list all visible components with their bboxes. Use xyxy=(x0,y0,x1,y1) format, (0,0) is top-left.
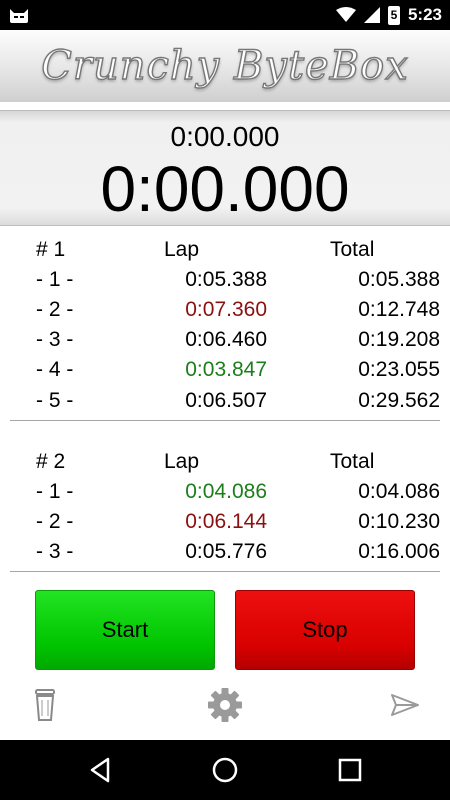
battery-icon: 5 xyxy=(387,5,400,25)
table-row: - 1 - 0:05.388 0:05.388 xyxy=(0,265,450,295)
start-button[interactable]: Start xyxy=(35,590,215,670)
lap-time: 0:07.360 xyxy=(185,298,267,321)
lap-column-header: Lap xyxy=(164,450,200,473)
table-row: - 3 - 0:06.460 0:19.208 xyxy=(0,325,450,355)
session-label: # 2 xyxy=(36,450,66,473)
lap-number: - 5 - xyxy=(36,389,74,412)
lap-time: 0:06.507 xyxy=(185,389,267,412)
total-time: 0:19.208 xyxy=(358,328,440,351)
total-column-header: Total xyxy=(330,238,375,261)
lap-time: 0:05.776 xyxy=(185,540,267,563)
total-time: 0:16.006 xyxy=(358,540,440,563)
lap-time: 0:04.086 xyxy=(185,480,267,503)
stop-button[interactable]: Stop xyxy=(235,590,415,670)
session-label: # 1 xyxy=(36,238,66,261)
cell-signal-icon xyxy=(363,7,380,23)
wifi-icon xyxy=(335,7,356,22)
home-icon[interactable] xyxy=(210,755,240,785)
status-time: 5:23 xyxy=(407,5,442,24)
total-time: 0:05.388 xyxy=(358,268,440,291)
total-time: 0:23.055 xyxy=(358,358,440,381)
total-time: 0:12.748 xyxy=(358,298,440,321)
lap-column-header: Lap xyxy=(164,238,200,261)
current-lap-time: 0:00.000 xyxy=(170,121,280,152)
lap-time: 0:06.460 xyxy=(185,328,267,351)
divider xyxy=(10,571,440,572)
lap-number: - 1 - xyxy=(36,480,74,503)
app-logo: Crunchy ByteBox xyxy=(41,42,409,89)
lap-number: - 2 - xyxy=(36,510,74,533)
table-row: - 2 - 0:07.360 0:12.748 xyxy=(0,295,450,325)
app-header: Crunchy ByteBox xyxy=(0,30,450,102)
table-row: - 3 - 0:05.776 0:16.006 xyxy=(0,537,450,567)
table-header: # 2 Lap Total xyxy=(0,447,450,477)
table-row: - 5 - 0:06.507 0:29.562 xyxy=(0,386,450,416)
timer-display: 0:00.000 0:00.000 xyxy=(0,110,450,226)
lap-number: - 3 - xyxy=(36,328,74,351)
table-row: - 2 - 0:06.144 0:10.230 xyxy=(0,507,450,537)
total-column-header: Total xyxy=(330,450,375,473)
settings-gear-icon[interactable] xyxy=(207,686,243,724)
lap-time: 0:06.144 xyxy=(185,510,267,533)
lap-number: - 1 - xyxy=(36,268,74,291)
send-icon[interactable] xyxy=(390,686,420,724)
back-icon[interactable] xyxy=(86,755,116,785)
lap-number: - 2 - xyxy=(36,298,74,321)
total-time: 0:10.230 xyxy=(358,510,440,533)
lap-time: 0:05.388 xyxy=(185,268,267,291)
lap-number: - 3 - xyxy=(36,540,74,563)
navigation-bar xyxy=(0,740,450,800)
cyanogen-bot-icon xyxy=(10,9,28,23)
lap-time: 0:03.847 xyxy=(185,358,267,381)
status-bar: 5 5:23 xyxy=(0,0,450,30)
battery-level: 5 xyxy=(390,7,398,22)
table-row: - 1 - 0:04.086 0:04.086 xyxy=(0,477,450,507)
divider xyxy=(10,420,440,421)
recents-icon[interactable] xyxy=(335,755,365,785)
table-row: - 4 - 0:03.847 0:23.055 xyxy=(0,355,450,385)
total-time: 0:29.562 xyxy=(358,389,440,412)
trash-icon[interactable] xyxy=(28,686,62,724)
total-time: 0:04.086 xyxy=(358,480,440,503)
table-header: # 1 Lap Total xyxy=(0,235,450,265)
lap-number: - 4 - xyxy=(36,358,74,381)
total-elapsed-time: 0:00.000 xyxy=(100,153,350,225)
